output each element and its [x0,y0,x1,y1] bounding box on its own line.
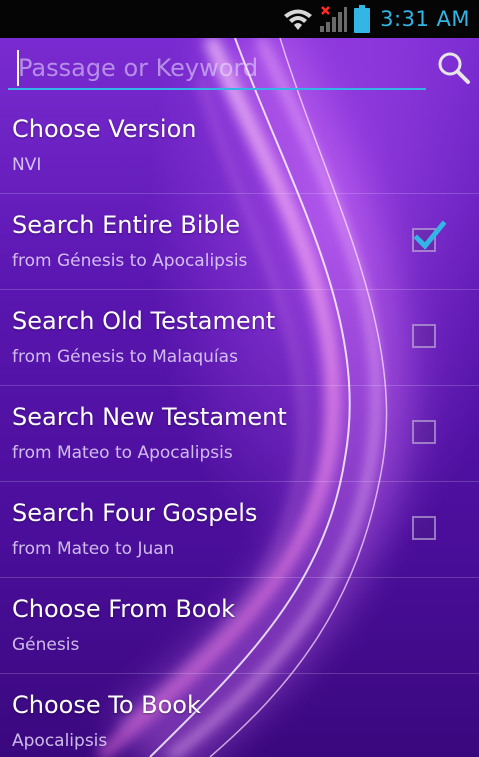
option-subtitle: from Mateo to Juan [12,539,175,559]
option-search-new-testament[interactable]: Search New Testament from Mateo to Apoca… [0,386,479,482]
text-cursor [17,50,19,86]
option-title: Choose From Book [12,595,236,623]
option-search-entire-bible[interactable]: Search Entire Bible from Génesis to Apoc… [0,194,479,290]
four-gospels-checkbox[interactable] [412,516,436,540]
search-bar [0,38,479,98]
entire-bible-checkbox[interactable] [412,220,446,252]
signal-icon [318,5,348,33]
option-title: Search Four Gospels [12,499,258,527]
option-subtitle: Génesis [12,635,80,655]
option-subtitle: from Génesis to Apocalipsis [12,251,248,271]
option-title: Choose Version [12,115,197,143]
status-bar: 3:31 AM [0,0,479,38]
search-icon[interactable] [436,50,472,86]
search-input[interactable] [8,48,426,90]
option-subtitle: from Génesis to Malaquías [12,347,238,367]
option-choose-from-book[interactable]: Choose From Book Génesis [0,578,479,674]
option-subtitle: from Mateo to Apocalipsis [12,443,233,463]
option-title: Search New Testament [12,403,287,431]
option-choose-to-book[interactable]: Choose To Book Apocalipsis [0,674,479,757]
search-options-list: Choose Version NVI Search Entire Bible f… [0,98,479,757]
option-subtitle: NVI [12,155,42,175]
battery-icon [354,5,371,33]
option-search-four-gospels[interactable]: Search Four Gospels from Mateo to Juan [0,482,479,578]
option-subtitle: Apocalipsis [12,731,108,751]
new-testament-checkbox[interactable] [412,420,436,444]
checkmark-icon [413,220,446,250]
status-bar-time: 3:31 AM [380,7,470,31]
option-choose-version[interactable]: Choose Version NVI [0,98,479,194]
option-title: Search Entire Bible [12,211,241,239]
option-title: Choose To Book [12,691,201,719]
option-title: Search Old Testament [12,307,276,335]
option-search-old-testament[interactable]: Search Old Testament from Génesis to Mal… [0,290,479,386]
wifi-icon [284,9,313,30]
old-testament-checkbox[interactable] [412,324,436,348]
